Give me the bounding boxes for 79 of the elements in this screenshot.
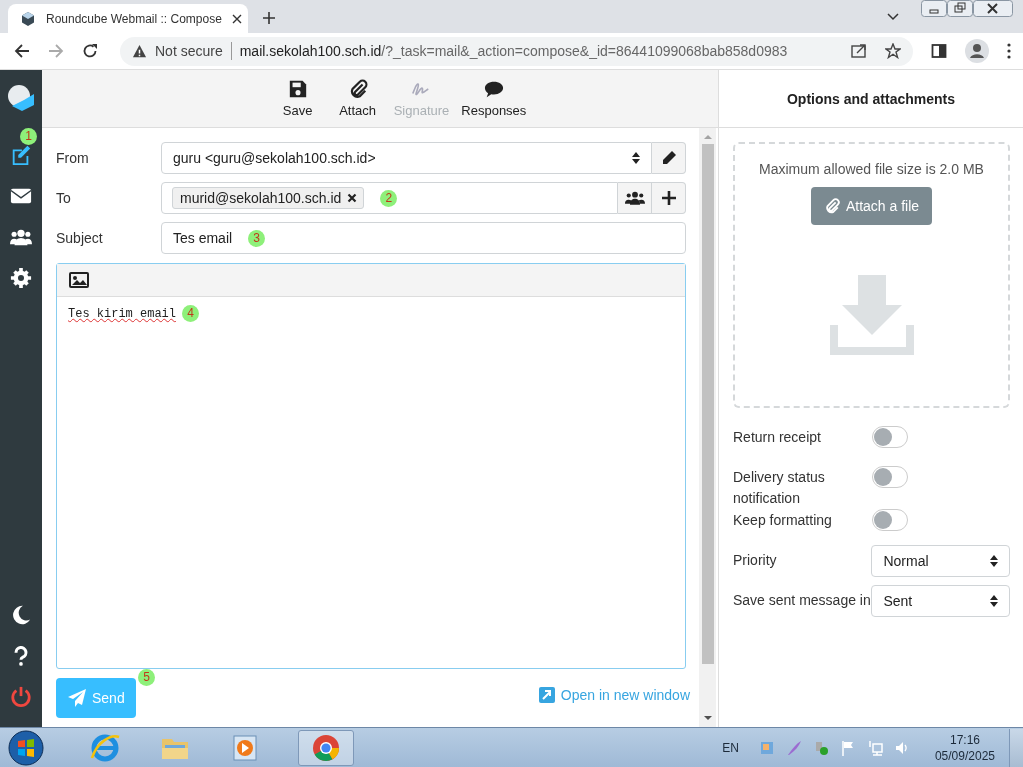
- clock-date[interactable]: 05/09/2025: [934, 747, 995, 764]
- attach-file-button[interactable]: Attach a file: [810, 187, 933, 225]
- scrollbar[interactable]: [699, 128, 716, 727]
- pencil-icon: [660, 150, 677, 166]
- recipient-address: murid@sekolah100.sch.id: [180, 190, 342, 206]
- field-label: Subject: [56, 230, 104, 246]
- sort-arrows-icon: [990, 555, 998, 567]
- speech-bubble-icon: [483, 79, 504, 99]
- compose-icon[interactable]: [10, 143, 32, 166]
- file-size-hint: Maximum allowed file size is 2.0 MB: [759, 161, 984, 177]
- add-header-button[interactable]: [652, 182, 686, 214]
- panel-title: Options and attachments: [787, 90, 955, 107]
- restore-icon[interactable]: [947, 0, 973, 17]
- image-icon[interactable]: [69, 272, 89, 288]
- new-tab-icon[interactable]: [262, 11, 276, 25]
- warning-icon: [132, 43, 147, 59]
- reload-icon[interactable]: [82, 43, 98, 59]
- start-orb-icon[interactable]: [8, 729, 44, 766]
- plus-icon: [661, 191, 676, 205]
- annotation-marker: 1: [20, 128, 37, 145]
- recipient-chip[interactable]: murid@sekolah100.sch.id: [172, 187, 365, 209]
- logo-icon: [6, 84, 36, 114]
- toolbar-button[interactable]: Attach: [327, 75, 388, 122]
- option-label: Priority: [733, 551, 778, 570]
- moon-icon[interactable]: [10, 603, 32, 626]
- sort-arrows-icon: [990, 595, 998, 607]
- paper-plane-icon: [68, 689, 86, 707]
- floppy-icon: [287, 79, 308, 99]
- remove-icon[interactable]: [347, 193, 358, 203]
- power-icon[interactable]: [10, 685, 32, 708]
- message-editor[interactable]: Tes kirim email 4: [56, 263, 686, 669]
- side-panel-icon[interactable]: [931, 43, 947, 59]
- from-select[interactable]: guru <guru@sekolah100.sch.id>: [161, 142, 652, 174]
- back-icon[interactable]: [14, 43, 30, 59]
- clock-time[interactable]: 17:16: [949, 731, 980, 748]
- annotation-marker: 2: [380, 189, 398, 207]
- sort-arrows-icon: [632, 152, 640, 164]
- download-icon: [829, 275, 914, 355]
- paperclip-icon: [823, 198, 840, 214]
- close-icon[interactable]: [973, 0, 1013, 17]
- cube-icon: [20, 10, 36, 27]
- profile-icon[interactable]: [965, 39, 989, 63]
- minimize-icon[interactable]: [921, 0, 947, 17]
- annotation-marker: 5: [138, 669, 155, 686]
- field-label: To: [56, 190, 72, 206]
- contacts-button[interactable]: [618, 182, 652, 214]
- menu-icon[interactable]: [1007, 43, 1011, 59]
- language-indicator[interactable]: EN: [722, 740, 739, 755]
- browser-tab[interactable]: Roundcube Webmail :: Compose: [8, 4, 248, 33]
- toolbar-button[interactable]: Save: [267, 75, 328, 122]
- subject-field[interactable]: Tes email 3: [161, 222, 686, 254]
- toggle-switch[interactable]: [872, 426, 908, 448]
- toggle-switch[interactable]: [872, 509, 908, 531]
- toolbar-button[interactable]: Responses: [455, 75, 533, 122]
- people-icon: [624, 191, 645, 205]
- message-text: Tes kirim email: [68, 306, 177, 321]
- option-label: Return receipt: [733, 428, 822, 447]
- close-icon[interactable]: [231, 13, 242, 24]
- toggle-switch[interactable]: [872, 466, 908, 488]
- star-icon[interactable]: [885, 43, 901, 59]
- option-label: Delivery status notification: [733, 468, 826, 508]
- edit-button[interactable]: [652, 142, 686, 174]
- security-label: Not secure: [155, 43, 223, 59]
- tab-title: Roundcube Webmail :: Compose: [46, 11, 222, 26]
- option-label: Save sent message in: [733, 591, 872, 610]
- recipient-field[interactable]: murid@sekolah100.sch.id 2: [161, 182, 618, 214]
- annotation-marker: 4: [182, 305, 200, 322]
- option-label: Keep formatting: [733, 511, 833, 530]
- url-text: mail.sekolah100.sch.id/?_task=mail&_action=compose&_id=86441099068bab858d0983: [239, 43, 788, 59]
- chevron-down-icon[interactable]: [887, 13, 899, 21]
- share-icon[interactable]: [851, 43, 867, 59]
- drop-zone[interactable]: Maximum allowed file size is 2.0 MB Attach a file: [733, 142, 1010, 408]
- option-select[interactable]: Sent: [871, 585, 1010, 617]
- address-field[interactable]: Not secure mail.sekolah100.sch.id/?_task=mail&_action=compose&_id=86441099068bab858d0983: [120, 36, 913, 66]
- option-select[interactable]: Normal: [871, 545, 1010, 577]
- gear-icon[interactable]: [10, 266, 32, 289]
- external-link-icon: [538, 687, 555, 703]
- field-label: From: [56, 150, 90, 166]
- annotation-marker: 3: [248, 229, 266, 247]
